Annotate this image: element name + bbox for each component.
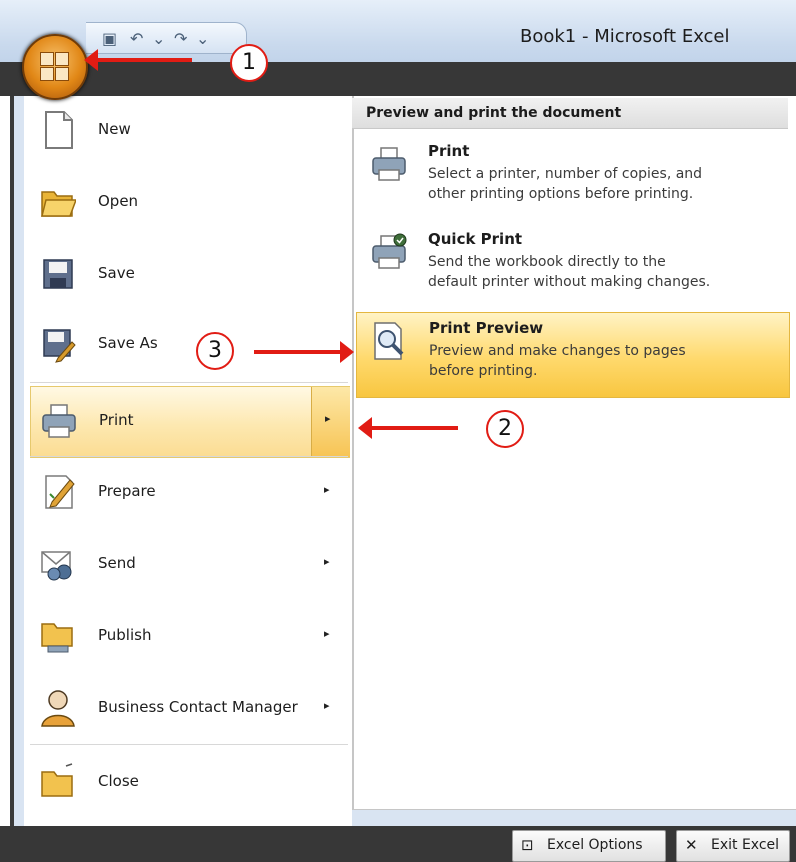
submenu-item-print[interactable]: Print Select a printer, number of copies… bbox=[356, 136, 788, 220]
excel-options-button[interactable]: ⊡ Excel Options bbox=[512, 830, 666, 862]
new-document-icon bbox=[45, 111, 73, 149]
chevron-right-icon: ▸ bbox=[324, 555, 330, 568]
chevron-right-icon: ▸ bbox=[325, 412, 331, 425]
save-icon[interactable]: ▣ bbox=[102, 29, 117, 48]
undo-icon[interactable]: ↶ bbox=[130, 29, 143, 48]
menu-item-business-contact-manager[interactable]: Business Contact Manager ▸ bbox=[30, 674, 348, 744]
undo-dropdown-icon[interactable]: ⌄ bbox=[152, 29, 165, 48]
annotation-marker-3: 3 bbox=[196, 332, 234, 370]
menu-item-send[interactable]: Send ▸ bbox=[30, 530, 348, 600]
submenu-item-print-preview[interactable]: Print Preview Preview and make changes t… bbox=[356, 312, 790, 398]
printer-icon bbox=[372, 147, 406, 181]
send-icon bbox=[41, 551, 72, 581]
annotation-arrow bbox=[358, 417, 458, 439]
redo-dropdown-icon[interactable]: ⌄ bbox=[196, 29, 209, 48]
submenu-header: Preview and print the document bbox=[352, 98, 788, 129]
submenu-item-description: other printing options before printing. bbox=[428, 186, 694, 202]
menu-item-label: Send bbox=[98, 554, 136, 572]
chevron-right-icon: ▸ bbox=[324, 627, 330, 640]
menu-item-prepare[interactable]: Prepare ▸ bbox=[30, 458, 348, 528]
submenu-header-label: Preview and print the document bbox=[366, 105, 622, 121]
ribbon-strip bbox=[0, 62, 796, 96]
menu-item-label: Prepare bbox=[98, 482, 156, 500]
menu-separator bbox=[30, 744, 348, 745]
menu-separator bbox=[30, 382, 348, 383]
excel-options-label: Excel Options bbox=[547, 837, 643, 853]
exit-excel-label: Exit Excel bbox=[711, 837, 780, 853]
menu-item-label: New bbox=[98, 120, 131, 138]
menu-item-label: Publish bbox=[98, 626, 152, 644]
menu-item-print[interactable]: Print ▸ bbox=[30, 386, 350, 458]
save-disk-icon bbox=[43, 259, 73, 289]
submenu-item-description: before printing. bbox=[429, 363, 538, 379]
submenu-item-description: Preview and make changes to pages bbox=[429, 343, 686, 359]
quick-print-icon bbox=[372, 233, 407, 269]
submenu-item-description: Send the workbook directly to the bbox=[428, 254, 666, 270]
annotation-marker-2: 2 bbox=[486, 410, 524, 448]
menu-item-save-as[interactable]: Save As bbox=[30, 310, 348, 380]
window-title: Book1 - Microsoft Excel bbox=[520, 26, 730, 47]
contact-manager-icon bbox=[41, 690, 75, 727]
menu-item-save[interactable]: Save bbox=[30, 240, 348, 310]
menu-item-label: Save As bbox=[98, 334, 158, 352]
annotation-arrow bbox=[84, 49, 192, 71]
submenu-item-description: Select a printer, number of copies, and bbox=[428, 166, 703, 182]
menu-item-label: Open bbox=[98, 192, 139, 210]
options-icon: ⊡ bbox=[521, 836, 534, 854]
annotation-arrow bbox=[254, 341, 354, 363]
quick-access-toolbar: ▣ ↶ ⌄ ↷ ⌄ bbox=[86, 22, 247, 54]
submenu-item-title: Print Preview bbox=[429, 319, 544, 337]
close-folder-icon bbox=[41, 763, 73, 797]
office-logo-icon bbox=[40, 52, 70, 82]
save-as-icon bbox=[43, 329, 76, 363]
close-icon: ✕ bbox=[685, 836, 698, 854]
menu-item-close[interactable]: Close bbox=[30, 748, 348, 818]
menu-separator bbox=[30, 456, 348, 457]
submenu-item-description: default printer without making changes. bbox=[428, 274, 711, 290]
publish-icon bbox=[41, 623, 73, 653]
chevron-right-icon: ▸ bbox=[324, 699, 330, 712]
open-folder-icon bbox=[41, 191, 76, 217]
menu-item-label: Close bbox=[98, 772, 139, 790]
print-submenu-button[interactable]: ▸ bbox=[311, 387, 350, 457]
menu-item-label: Save bbox=[98, 264, 135, 282]
menu-item-new[interactable]: New bbox=[30, 96, 348, 166]
menu-item-publish[interactable]: Publish ▸ bbox=[30, 602, 348, 672]
print-preview-icon bbox=[374, 322, 404, 360]
submenu-item-title: Print bbox=[428, 142, 470, 160]
submenu-item-quick-print[interactable]: Quick Print Send the workbook directly t… bbox=[356, 224, 788, 308]
annotation-marker-1: 1 bbox=[230, 44, 268, 82]
exit-excel-button[interactable]: ✕ Exit Excel bbox=[676, 830, 790, 862]
prepare-icon bbox=[45, 475, 75, 509]
menu-item-open[interactable]: Open bbox=[30, 168, 348, 238]
office-button[interactable] bbox=[22, 34, 88, 100]
chevron-right-icon: ▸ bbox=[324, 483, 330, 496]
submenu-item-title: Quick Print bbox=[428, 230, 523, 248]
menu-item-label: Business Contact Manager bbox=[98, 698, 298, 716]
excel-window: ▣ ↶ ⌄ ↷ ⌄ Book1 - Microsoft Excel Previe… bbox=[0, 0, 796, 862]
menu-item-label: Print bbox=[99, 411, 134, 429]
redo-icon[interactable]: ↷ bbox=[174, 29, 187, 48]
printer-icon bbox=[42, 404, 76, 438]
